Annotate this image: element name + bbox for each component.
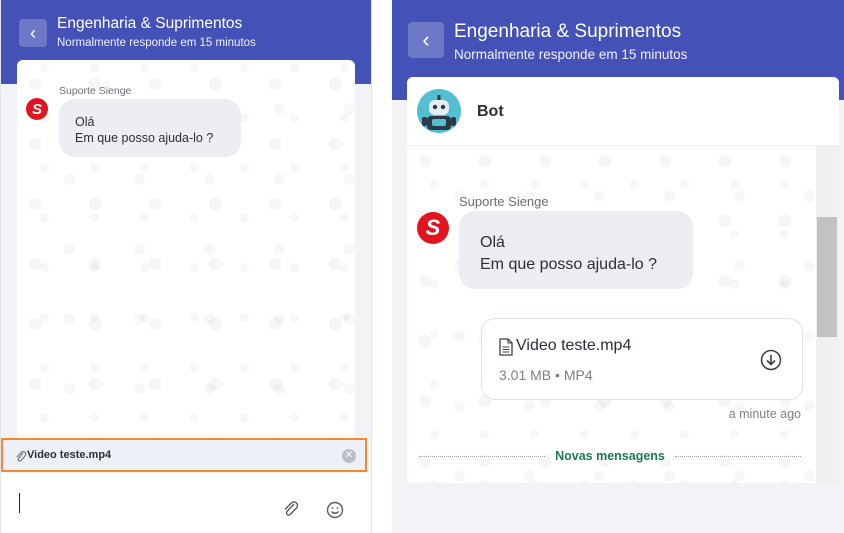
download-circle-icon[interactable] [760, 349, 782, 371]
header-title: Engenharia & Suprimentos [57, 15, 243, 32]
message-line: Em que posso ajuda-lo ? [480, 256, 657, 273]
back-button[interactable]: ‹ [408, 22, 444, 58]
header-subtitle: Normalmente responde em 15 minutos [454, 47, 688, 62]
message-line: Olá [75, 115, 95, 129]
scrollbar[interactable] [816, 145, 839, 483]
back-button[interactable]: ‹ [19, 19, 47, 47]
attachment-chip: Video teste.mp4 ✕ [1, 438, 367, 472]
message-bubble: Olá Em que posso ajuda-lo ? [59, 99, 241, 157]
sender-name: Suporte Sienge [59, 85, 132, 97]
message-bubble: Olá Em que posso ajuda-lo ? [459, 211, 693, 289]
message-line: Em que posso ajuda-lo ? [75, 131, 214, 145]
text-cursor [19, 493, 20, 513]
smiley-icon[interactable] [326, 501, 344, 519]
chat-widget-right: ‹ Engenharia & Suprimentos Normalmente r… [392, 0, 844, 533]
file-attachment-card[interactable]: Video teste.mp4 3.01 MB • MP4 [481, 318, 803, 400]
sender-name: Suporte Sienge [459, 194, 549, 209]
new-messages-divider: Novas mensagens [419, 447, 801, 465]
chevron-left-icon: ‹ [422, 27, 430, 52]
attachment-filename: Video teste.mp4 [27, 449, 112, 461]
paperclip-icon[interactable] [282, 500, 300, 518]
agent-avatar: S [26, 98, 48, 120]
paperclip-icon [16, 451, 27, 462]
robot-icon [417, 89, 461, 133]
message-line: Olá [480, 234, 505, 251]
chat-widget-left: ‹ Engenharia & Suprimentos Normalmente r… [0, 0, 372, 533]
file-name: Video teste.mp4 [516, 337, 632, 354]
divider-line [674, 455, 801, 457]
document-icon [499, 338, 513, 356]
agent-avatar: S [417, 212, 449, 244]
divider-label: Novas mensagens [555, 449, 665, 463]
bot-bar: Bot [407, 77, 839, 146]
message-area[interactable]: Suporte Sienge S Olá Em que posso ajuda-… [17, 60, 355, 440]
message-timestamp: a minute ago [728, 407, 801, 421]
message-composer[interactable] [1, 473, 371, 533]
robot-avatar-icon [417, 89, 461, 133]
file-meta: 3.01 MB • MP4 [499, 367, 593, 383]
scrollbar-thumb[interactable] [817, 217, 837, 337]
close-circle-icon[interactable]: ✕ [342, 449, 356, 463]
chevron-left-icon: ‹ [30, 22, 36, 43]
header-subtitle: Normalmente responde em 15 minutos [57, 37, 256, 49]
bot-name: Bot [477, 103, 504, 120]
header-title: Engenharia & Suprimentos [454, 21, 682, 42]
divider-line [419, 455, 546, 457]
message-area[interactable]: Bot Suporte Sienge S Olá Em que posso aj… [407, 77, 839, 483]
